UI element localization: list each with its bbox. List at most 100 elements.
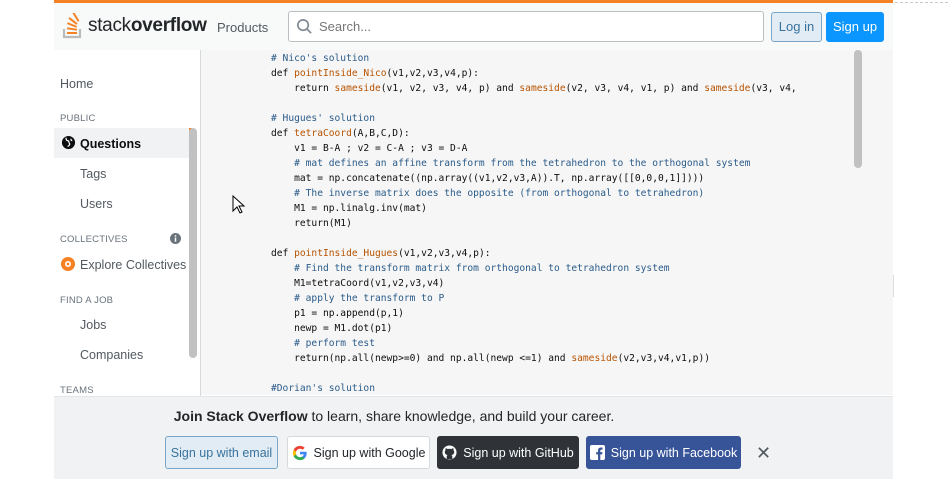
code-comment: # Hugues' solution — [271, 113, 375, 124]
code-comment: # Find the transform matrix from orthogo… — [271, 263, 670, 274]
nav-home[interactable]: Home — [60, 77, 93, 91]
code-token: p1 = np.append(p,1) — [271, 308, 404, 319]
code-comment: # The inverse matrix does the opposite (… — [271, 188, 705, 199]
page: stackoverflow Products Log in Sign up Ho… — [54, 0, 893, 479]
code-comment: # perform test — [271, 338, 375, 349]
code-token: mat = np.concatenate((np.array((v1,v2,v3… — [271, 173, 705, 184]
nav-tags[interactable]: Tags — [80, 167, 106, 181]
code-token: (v1,v2,v3,v4,p): — [386, 68, 479, 79]
code-line: newp = M1.dot(p1) — [271, 321, 797, 336]
signup-github-button[interactable]: Sign up with GitHub — [437, 436, 579, 469]
code-function-name: sameside — [519, 83, 566, 94]
code-function-name: tetraCoord — [294, 128, 352, 139]
search-input[interactable] — [317, 18, 751, 35]
code-token: return(np.all(newp>=0) and np.all(newp <… — [271, 353, 572, 364]
code-line: def tetraCoord(A,B,C,D): — [271, 126, 797, 141]
code-token: def — [271, 248, 295, 259]
code-function-name: pointInside_Nico — [294, 68, 387, 79]
signup-google-button[interactable]: Sign up with Google — [287, 436, 430, 469]
signup-email-button[interactable]: Sign up with email — [165, 436, 278, 469]
code-token: (v2,v3,v4,v1,p)) — [617, 353, 710, 364]
code-line: # perform test — [271, 336, 797, 351]
code-function-name: sameside — [571, 353, 618, 364]
code-line: mat = np.concatenate((np.array((v1,v2,v3… — [271, 171, 797, 186]
login-button[interactable]: Log in — [771, 12, 822, 42]
nav-explore-collectives[interactable]: Explore Collectives — [80, 258, 186, 272]
code-token: (v1,v2,v3,v4,p): — [398, 248, 491, 259]
signup-facebook-label: Sign up with Facebook — [610, 445, 738, 460]
code-function-name: sameside — [704, 83, 751, 94]
nav-heading-public: PUBLIC — [60, 113, 96, 124]
stackoverflow-logo-icon — [62, 13, 82, 39]
nav-users[interactable]: Users — [80, 197, 113, 211]
signup-email-label: Sign up with email — [170, 445, 273, 460]
left-gutter — [0, 0, 54, 479]
code-token: return — [271, 83, 335, 94]
code-token: M1 = np.linalg.inv(mat) — [271, 203, 427, 214]
code-token: (A,B,C,D): — [351, 128, 410, 139]
code-line: # Nico's solution — [271, 51, 797, 66]
code-function-name: sameside — [334, 83, 381, 94]
search-box[interactable] — [288, 11, 764, 42]
code-token: (v2, v3, v4, v1, p) and — [565, 83, 705, 94]
facebook-icon — [589, 445, 605, 460]
nav-heading-teams: TEAMS — [60, 385, 94, 396]
code-text: # Nico's solution def pointInside_Nico(v1… — [271, 51, 797, 395]
nav-heading-find-job: FIND A JOB — [60, 295, 114, 306]
code-line: # Hugues' solution — [271, 111, 797, 126]
code-comment: #Dorian's solution — [271, 383, 375, 394]
code-token: v1 = B-A ; v2 = C-A ; v3 = D-A — [271, 143, 468, 154]
code-line: def pointInside_Nico(v1,v2,v3,v4,p): — [271, 66, 797, 81]
signup-button[interactable]: Sign up — [826, 12, 884, 42]
code-block: # Nico's solution def pointInside_Nico(v1… — [201, 50, 893, 395]
code-token: def — [271, 128, 295, 139]
nav-jobs[interactable]: Jobs — [80, 318, 106, 332]
code-line: # mat defines an affine transform from t… — [271, 156, 797, 171]
code-line: return(np.all(newp>=0) and np.all(newp <… — [271, 351, 797, 366]
join-message: Join Stack Overflow to learn, share know… — [173, 408, 615, 424]
code-line: M1 = np.linalg.inv(mat) — [271, 201, 797, 216]
close-icon[interactable]: ✕ — [756, 443, 771, 464]
search-icon — [297, 19, 312, 34]
code-token: (v1, v2, v3, v4, p) and — [380, 83, 520, 94]
logo-text: stackoverflow — [88, 15, 207, 36]
code-scrollbar[interactable] — [854, 50, 862, 168]
code-token: M1=tetraCoord(v1,v2,v3,v4) — [271, 278, 445, 289]
code-comment: # Nico's solution — [271, 53, 370, 64]
code-line: v1 = B-A ; v2 = C-A ; v3 = D-A — [271, 141, 797, 156]
code-comment: # apply the transform to P — [271, 293, 445, 304]
code-token: newp = M1.dot(p1) — [271, 323, 393, 334]
code-line: return sameside(v1, v2, v3, v4, p) and s… — [271, 81, 797, 96]
signup-facebook-button[interactable]: Sign up with Facebook — [586, 436, 741, 469]
code-token: return(M1) — [271, 218, 352, 229]
signup-github-label: Sign up with GitHub — [463, 445, 574, 460]
google-icon — [292, 445, 307, 460]
nav-heading-collectives: COLLECTIVES — [60, 234, 128, 245]
top-bar: stackoverflow Products Log in Sign up — [54, 0, 893, 50]
code-line: def pointInside_Hugues(v1,v2,v3,v4,p): — [271, 246, 797, 261]
code-line: p1 = np.append(p,1) — [271, 306, 797, 321]
code-token: def — [271, 68, 295, 79]
code-token: (v3, v4, — [750, 83, 797, 94]
collectives-icon — [61, 257, 75, 271]
mouse-cursor-icon — [232, 195, 246, 214]
nav-companies[interactable]: Companies — [80, 348, 143, 362]
info-icon[interactable] — [170, 233, 181, 244]
products-link[interactable]: Products — [217, 20, 268, 35]
code-line: M1=tetraCoord(v1,v2,v3,v4) — [271, 276, 797, 291]
sidebar-scrollbar[interactable] — [189, 128, 197, 358]
signup-banner: Join Stack Overflow to learn, share know… — [54, 396, 893, 479]
code-line: # Find the transform matrix from orthogo… — [271, 261, 797, 276]
code-line: # The inverse matrix does the opposite (… — [271, 186, 797, 201]
globe-icon — [61, 135, 76, 150]
code-comment: # mat defines an affine transform from t… — [271, 158, 751, 169]
code-line: #Dorian's solution — [271, 381, 797, 395]
site-logo[interactable]: stackoverflow — [62, 12, 207, 40]
nav-questions-label: Questions — [80, 137, 142, 151]
right-edge-mark — [893, 275, 894, 297]
code-line: # apply the transform to P — [271, 291, 797, 306]
code-line: return(M1) — [271, 216, 797, 231]
